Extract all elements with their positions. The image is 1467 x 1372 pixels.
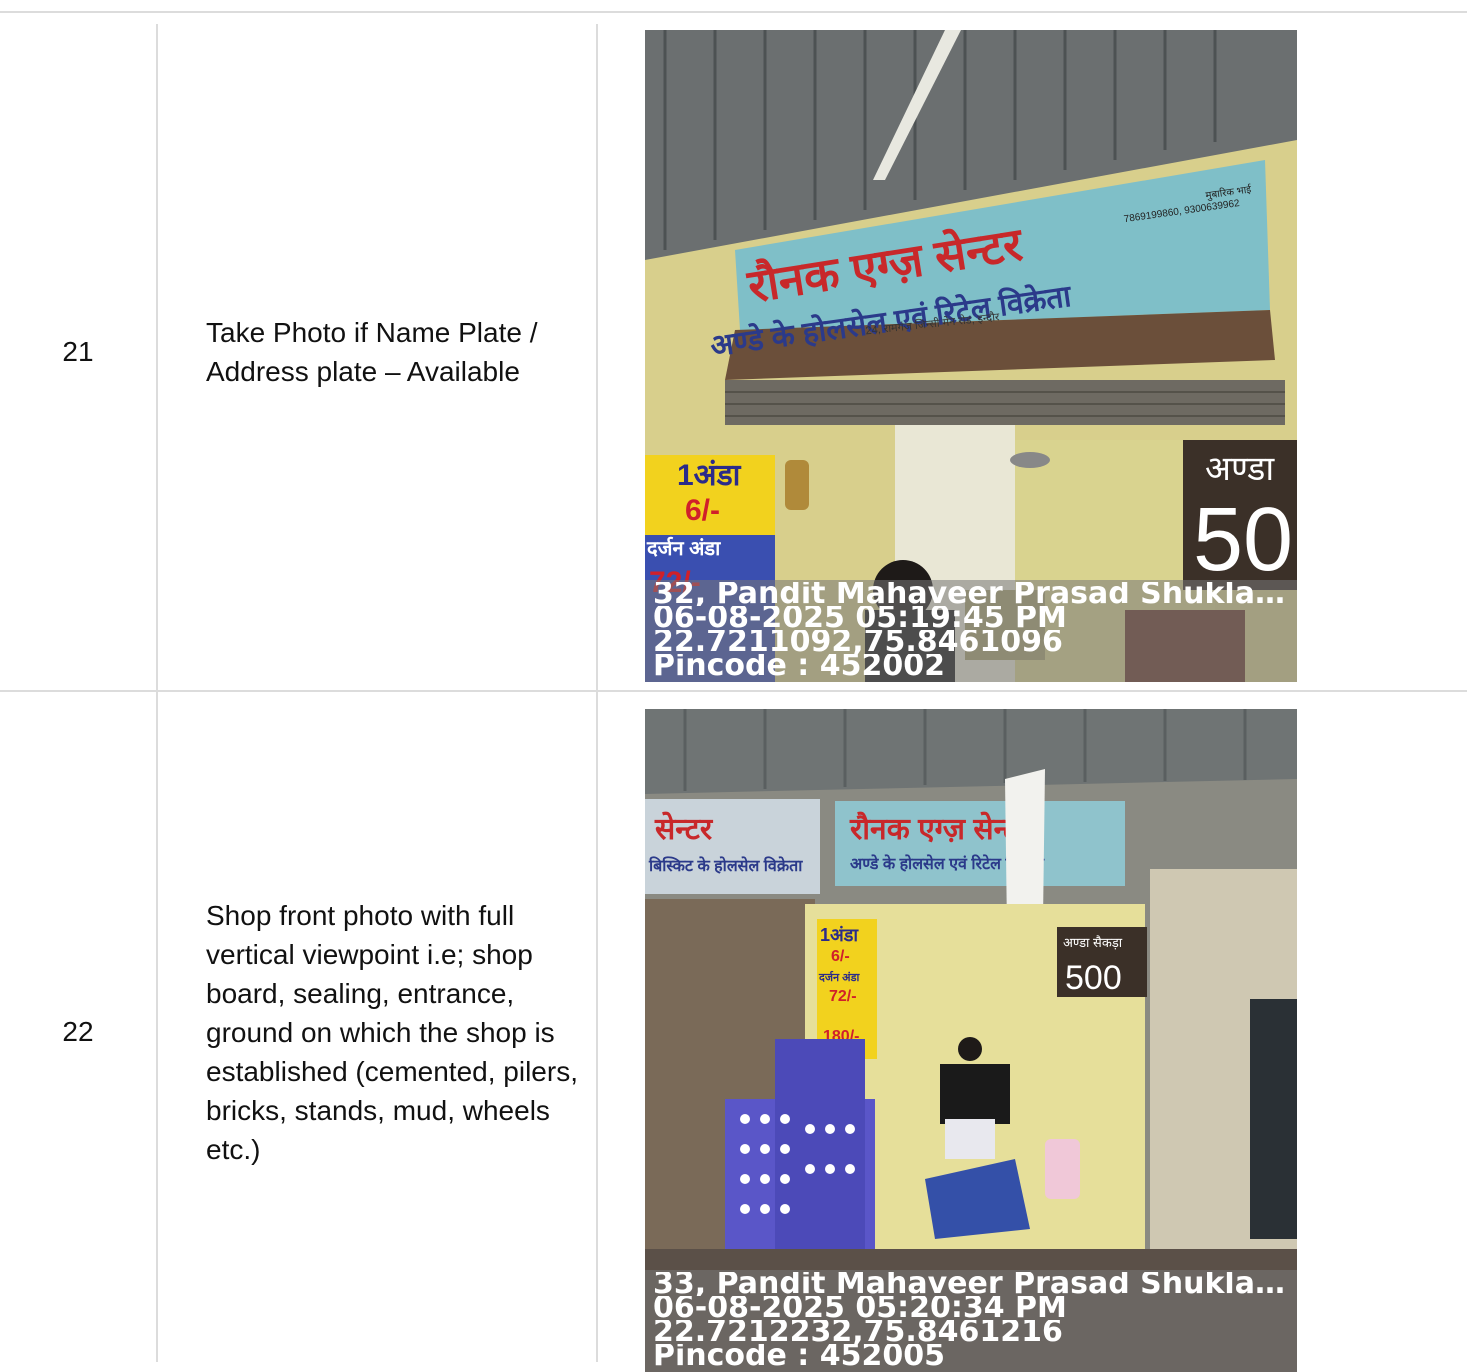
geotag-coordinates: 22.7212232,75.8461216 [653, 1320, 1063, 1344]
price-board-text: 72/- [829, 988, 857, 1005]
geotag-pincode: Pincode : 452002 [653, 654, 945, 678]
checklist-table: 21 Take Photo if Name Plate / Address pl… [0, 11, 1467, 1372]
table-row: 22 Shop front photo with full vertical v… [0, 692, 1467, 1372]
price-board-text: 1अंडा [677, 459, 742, 492]
geotag-coordinates: 22.7211092,75.8461096 [653, 630, 1063, 654]
chalkboard-text: अण्डा [1205, 450, 1275, 488]
photo-geotag-stamp: 33, Pandit Mahaveer Prasad Shukla Marg, … [645, 1270, 1297, 1372]
price-board-text: दर्जन अंडा [818, 970, 860, 984]
svg-text:सेन्टर: सेन्टर [654, 811, 714, 846]
price-board-text: 6/- [831, 948, 850, 965]
price-board-text: 6/- [685, 494, 720, 527]
photo-geotag-stamp: 32, Pandit Mahaveer Prasad Shukla Marg, … [645, 580, 1297, 682]
geotag-datetime: 06-08-2025 05:19:45 PM [653, 606, 1067, 630]
shop-front-photo[interactable]: सेन्टर बिस्किट के होलसेल विक्रेता रौनक ए… [645, 709, 1297, 1372]
price-board-text: 1अंडा [820, 925, 859, 945]
item-description: Shop front photo with full vertical view… [206, 899, 578, 1165]
sign-main-text: रौनक एग्ज़ सेन्टर [849, 811, 1032, 846]
item-number: 21 [62, 335, 94, 367]
chalkboard-number: 500 [1065, 959, 1122, 997]
geotag-address: 32, Pandit Mahaveer Prasad Shukla Marg, … [653, 582, 1291, 606]
geotag-datetime: 06-08-2025 05:20:34 PM [653, 1296, 1067, 1320]
table-row: 21 Take Photo if Name Plate / Address pl… [0, 13, 1467, 692]
chalkboard-text: अण्डा सैकड़ा [1063, 935, 1123, 950]
left-sign-text: बिस्किट के होलसेल विक्रेता [648, 856, 803, 875]
item-number: 22 [62, 1016, 94, 1047]
chalkboard-number: 50 [1193, 490, 1293, 590]
name-plate-photo[interactable]: रौनक एग्ज़ सेन्टर अण्डे के होलसेल एवं रि… [645, 30, 1297, 682]
item-description: Take Photo if Name Plate / Address plate… [206, 316, 538, 387]
geotag-address: 33, Pandit Mahaveer Prasad Shukla Marg, … [653, 1272, 1291, 1296]
geotag-pincode: Pincode : 452005 [653, 1344, 945, 1368]
price-board-text: दर्जन अंडा [646, 536, 721, 560]
